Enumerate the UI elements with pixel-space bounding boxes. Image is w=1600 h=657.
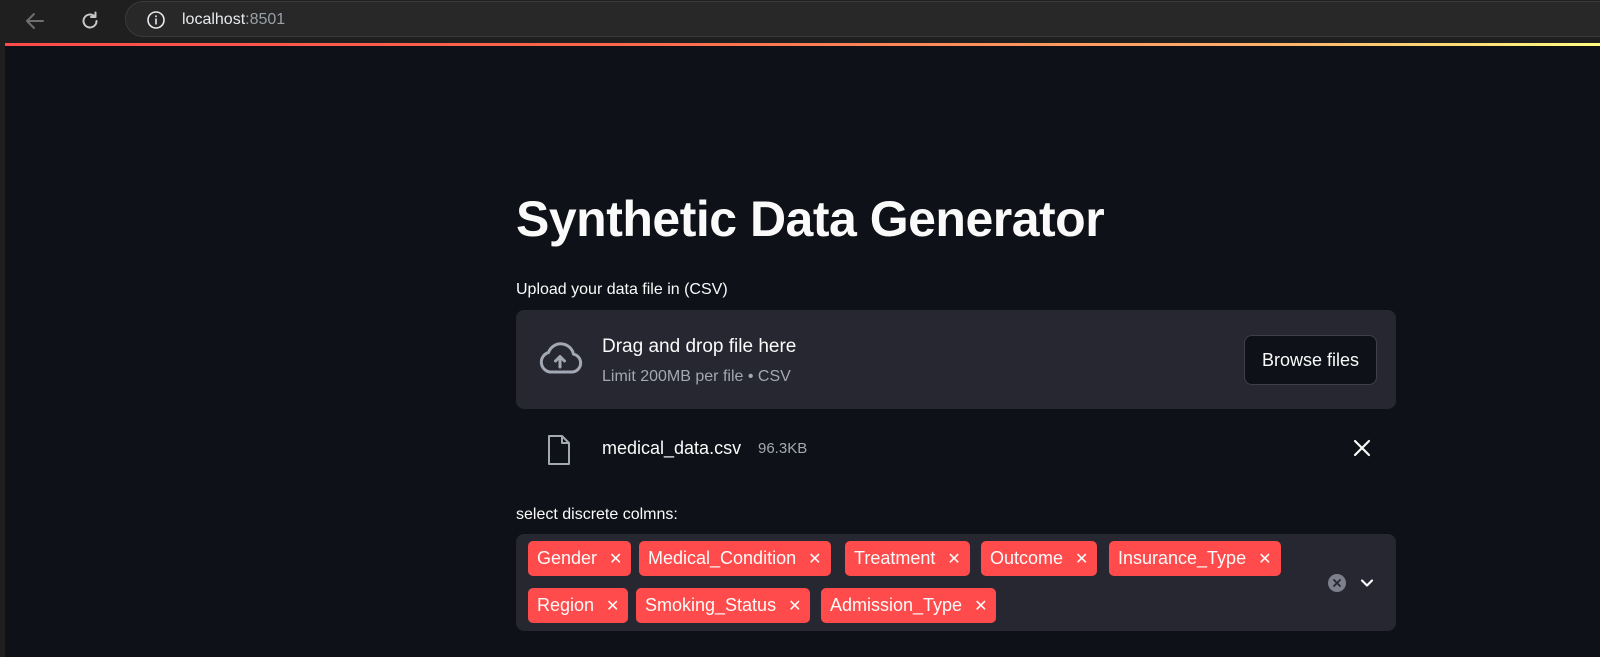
arrow-left-icon	[26, 13, 44, 29]
tag-label: Insurance_Type	[1118, 548, 1247, 568]
remove-tag-icon[interactable]: ✕	[606, 596, 619, 616]
clear-all-icon[interactable]	[1328, 574, 1346, 592]
url-port: :8501	[245, 11, 286, 28]
dropzone-subtitle: Limit 200MB per file • CSV	[602, 368, 791, 385]
dropzone-title: Drag and drop file here	[602, 336, 797, 357]
remove-tag-icon[interactable]: ✕	[1075, 549, 1088, 569]
tag-label: Smoking_Status	[645, 595, 777, 615]
tag-insurance-type: Insurance_Type ✕	[1109, 541, 1281, 576]
tag-label: Gender	[537, 548, 598, 568]
tag-treatment: Treatment ✕	[845, 541, 970, 576]
tag-label: Region	[537, 595, 595, 615]
url-text[interactable]: localhost:8501	[182, 11, 285, 29]
page-title: Synthetic Data Generator	[516, 191, 1105, 247]
remove-tag-icon[interactable]: ✕	[808, 549, 821, 569]
remove-tag-icon[interactable]: ✕	[609, 549, 622, 569]
browse-files-button[interactable]: Browse files	[1244, 335, 1377, 385]
tag-label: Medical_Condition	[648, 548, 797, 568]
header-decoration	[5, 43, 1600, 46]
remove-tag-icon[interactable]: ✕	[1258, 549, 1271, 569]
discrete-columns-label: select discrete colmns:	[516, 506, 678, 523]
tag-admission-type: Admission_Type ✕	[821, 588, 997, 623]
tag-region: Region ✕	[528, 588, 629, 623]
address-bar[interactable]: localhost:8501	[125, 1, 1600, 37]
reload-button[interactable]	[75, 6, 105, 36]
discrete-columns-multiselect[interactable]: Gender ✕ Medical_Condition ✕ Treatment ✕ Ou…	[516, 534, 1396, 631]
clear-x-icon	[1333, 579, 1341, 587]
back-button[interactable]	[20, 6, 50, 36]
tag-gender: Gender ✕	[528, 541, 632, 576]
remove-tag-icon[interactable]: ✕	[788, 596, 801, 616]
tag-outcome: Outcome ✕	[981, 541, 1098, 576]
file-name: medical_data.csv	[602, 438, 742, 458]
remove-file-icon[interactable]	[1352, 438, 1372, 458]
uploader-label: Upload your data file in (CSV)	[516, 281, 728, 298]
tag-label: Outcome	[990, 548, 1064, 568]
url-host: localhost	[182, 11, 246, 28]
chevron-down-icon[interactable]	[1359, 575, 1375, 591]
file-size: 96.3KB	[758, 440, 808, 457]
tag-label: Treatment	[854, 548, 936, 568]
cloud-upload-icon	[539, 342, 583, 374]
remove-tag-icon[interactable]: ✕	[947, 549, 960, 569]
window-edge	[0, 44, 5, 657]
browser-toolbar: localhost:8501	[0, 0, 1600, 44]
file-icon	[548, 435, 570, 465]
reload-icon	[82, 11, 98, 29]
tag-medical-condition: Medical_Condition ✕	[639, 541, 831, 576]
uploaded-file-row: medical_data.csv 96.3KB	[516, 424, 1396, 472]
tag-label: Admission_Type	[830, 595, 963, 615]
site-info-icon[interactable]	[146, 10, 166, 30]
tag-smoking-status: Smoking_Status ✕	[636, 588, 811, 623]
remove-tag-icon[interactable]: ✕	[974, 596, 987, 616]
file-dropzone[interactable]: Drag and drop file here Limit 200MB per …	[516, 310, 1396, 409]
